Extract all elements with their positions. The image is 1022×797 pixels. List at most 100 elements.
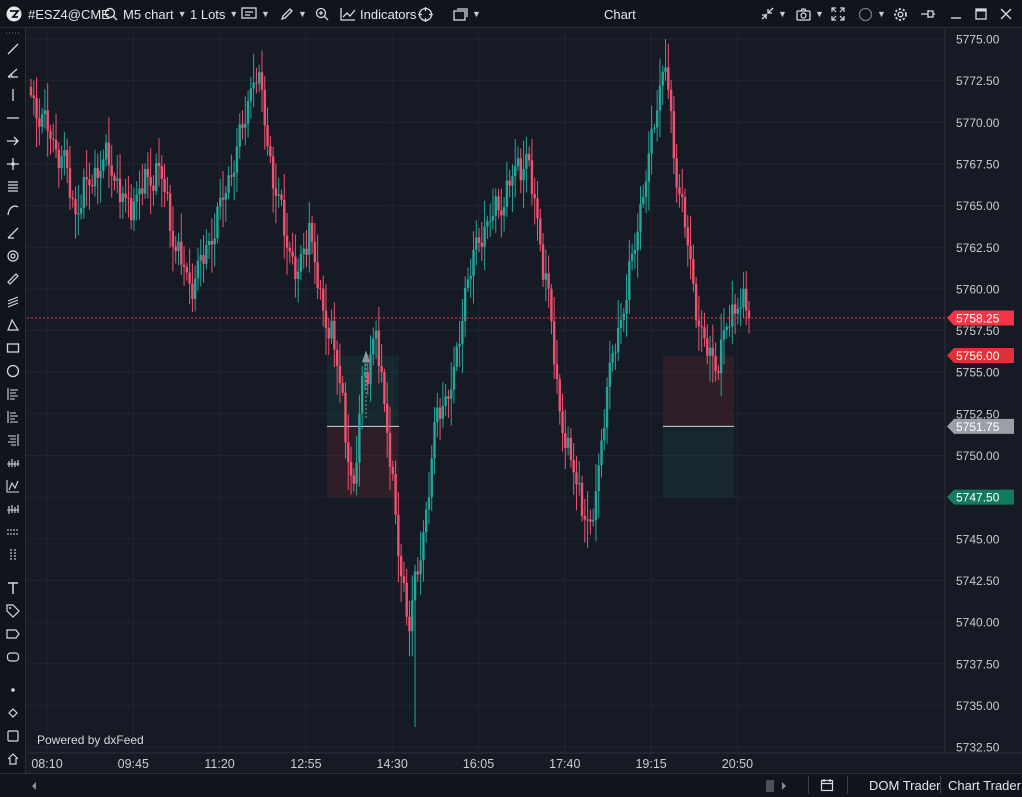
crosshair-icon[interactable] <box>418 0 433 28</box>
arrow-icon[interactable] <box>4 133 22 149</box>
scroll-left-arrow-icon[interactable] <box>30 779 38 794</box>
candle-body <box>255 82 258 84</box>
trendline-icon[interactable] <box>4 41 22 57</box>
chart-type-dropdown[interactable]: ▼ <box>241 0 270 28</box>
circle-icon[interactable] <box>4 363 22 379</box>
lots-dropdown[interactable]: 1 Lots ▼ <box>190 0 238 28</box>
vertical-range-icon[interactable] <box>4 547 22 563</box>
fib-channel-icon[interactable] <box>4 294 22 310</box>
candle-body <box>717 371 720 374</box>
candle-body <box>711 347 715 357</box>
candle-body <box>578 482 581 485</box>
candle-body <box>647 153 651 182</box>
scrollbar-thumb[interactable] <box>766 780 774 792</box>
cross-line-icon[interactable] <box>4 156 22 172</box>
candle-body <box>522 168 525 181</box>
zoom-in-icon[interactable] <box>315 0 329 28</box>
curve-icon[interactable] <box>4 202 22 218</box>
callout-icon[interactable] <box>4 626 22 642</box>
andrews-icon[interactable] <box>4 501 22 517</box>
candle-body <box>416 571 420 575</box>
fib-timezone-icon[interactable] <box>4 432 22 448</box>
scroll-right-arrow-icon[interactable] <box>780 779 788 794</box>
home-icon[interactable] <box>4 751 22 767</box>
fullscreen-icon[interactable] <box>831 0 845 28</box>
candle-body <box>335 349 339 366</box>
spiral-icon[interactable] <box>4 248 22 264</box>
gann-fan-icon[interactable] <box>4 455 22 471</box>
note-icon[interactable] <box>4 649 22 665</box>
symbol-selector[interactable]: #ESZ4@CME <box>28 0 110 28</box>
layout-dropdown[interactable]: ▼ <box>453 0 481 28</box>
candle-body <box>74 199 77 215</box>
text-tool-icon[interactable] <box>4 580 22 596</box>
calendar-icon[interactable] <box>820 778 834 795</box>
candle-body <box>110 165 113 176</box>
candle-body <box>349 462 353 476</box>
candle-body <box>344 392 347 443</box>
pitchfork-icon[interactable] <box>4 478 22 494</box>
time-axis-label: 17:40 <box>549 757 580 771</box>
chart-trader-button[interactable]: Chart Trader <box>948 778 1021 793</box>
ray-icon[interactable] <box>4 225 22 241</box>
parallel-lines-icon[interactable] <box>4 179 22 195</box>
time-axis-label: 12:55 <box>290 757 321 771</box>
drawing-toolbar <box>0 28 26 773</box>
ruler-icon[interactable] <box>4 271 22 287</box>
theme-dropdown[interactable]: ▼ <box>858 0 886 28</box>
candle-body <box>628 260 631 300</box>
candle-body <box>600 440 603 466</box>
candle-body <box>608 362 612 388</box>
chevron-down-icon: ▼ <box>229 9 239 19</box>
triangle-icon[interactable] <box>4 317 22 333</box>
candle-body <box>728 326 731 328</box>
indicators-button[interactable]: Indicators <box>340 0 416 28</box>
candle-body <box>174 246 177 252</box>
vertical-line-icon[interactable] <box>4 87 22 103</box>
settings-gear-icon[interactable] <box>893 0 908 28</box>
candle-body <box>60 156 63 169</box>
candle-body <box>372 338 375 355</box>
price-axis-label: 5762.50 <box>956 241 1000 255</box>
search-icon[interactable] <box>104 0 118 28</box>
fib-extension-icon[interactable] <box>4 409 22 425</box>
candle-body <box>572 459 575 473</box>
candle-body <box>736 308 740 314</box>
label-tag-icon[interactable] <box>4 603 22 619</box>
time-axis-label: 19:15 <box>635 757 666 771</box>
minimize-icon[interactable] <box>950 0 962 28</box>
candle-body <box>104 142 108 160</box>
angle-line-icon[interactable] <box>4 64 22 80</box>
square-marker-icon[interactable] <box>4 728 22 744</box>
screenshot-dropdown[interactable]: ▼ <box>796 0 824 28</box>
candle-body <box>244 123 247 128</box>
candle-body <box>644 181 648 198</box>
candle-body <box>202 255 205 264</box>
draw-tool-dropdown[interactable]: ▼ <box>280 0 307 28</box>
candle-body <box>586 519 589 521</box>
diamond-marker-icon[interactable] <box>4 705 22 721</box>
chevron-down-icon: ▼ <box>261 9 270 19</box>
candle-body <box>366 372 369 385</box>
app-logo-icon[interactable] <box>6 0 22 28</box>
close-icon[interactable] <box>1000 0 1012 28</box>
candle-body <box>288 247 292 252</box>
dom-trader-button[interactable]: DOM Trader <box>869 778 941 793</box>
collapse-icon[interactable]: ▼ <box>760 0 787 28</box>
rectangle-icon[interactable] <box>4 340 22 356</box>
pin-icon[interactable] <box>920 0 936 28</box>
dot-marker-icon[interactable] <box>4 682 22 698</box>
timeframe-dropdown[interactable]: M5 chart ▼ <box>123 0 187 28</box>
horizontal-line-icon[interactable] <box>4 110 22 126</box>
candle-body <box>29 86 33 96</box>
circle-icon <box>858 7 873 21</box>
fib-retracement-icon[interactable] <box>4 386 22 402</box>
candle-body <box>230 175 233 177</box>
candle-body <box>168 193 172 231</box>
price-chart[interactable]: 5775.00 5772.50 5770.00 5767.50 5765.00 5762.… <box>27 29 1022 773</box>
candle-body <box>49 131 52 139</box>
candle-body <box>330 320 333 339</box>
horizontal-range-icon[interactable] <box>4 524 22 540</box>
maximize-icon[interactable] <box>975 0 987 28</box>
candle-body <box>124 193 127 198</box>
